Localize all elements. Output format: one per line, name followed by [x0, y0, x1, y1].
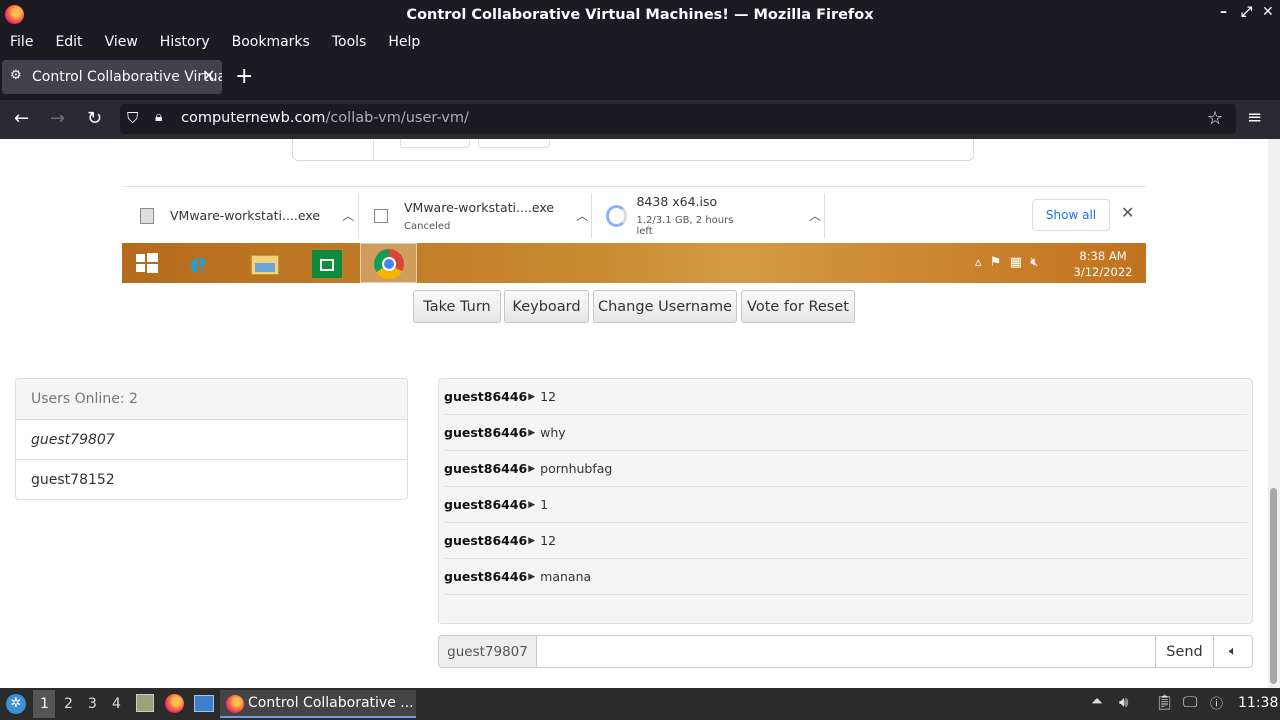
menu-help[interactable]: Help: [388, 34, 420, 50]
clipboard-icon[interactable]: 📋︎: [1155, 693, 1174, 711]
workspace-3[interactable]: 3: [88, 696, 97, 712]
arrow-right-icon: ▶: [528, 499, 536, 510]
chat-panel[interactable]: guest86446 ▶ 12 guest86446 ▶ why guest86446 ▶…: [438, 378, 1253, 624]
menu-bar: File Edit View History Bookmarks Tools H…: [0, 29, 1280, 54]
arrow-right-icon: ▶: [528, 391, 536, 402]
arrow-right-icon: ▶: [528, 535, 536, 546]
new-tab-icon[interactable]: +: [235, 64, 253, 89]
speaker-icon[interactable]: 🔊︎: [1119, 693, 1128, 711]
workspace-1[interactable]: 1: [40, 696, 49, 712]
scrollbar-thumb[interactable]: [1270, 488, 1277, 684]
close-download-bar-icon[interactable]: ✕: [1121, 203, 1134, 222]
menu-bookmarks[interactable]: Bookmarks: [232, 34, 310, 50]
chat-username-label: guest79807: [438, 635, 537, 668]
installer-file-icon: [374, 208, 388, 223]
os-task-firefox[interactable]: Control Collaborative ...: [220, 690, 416, 718]
os-start-menu-icon[interactable]: ✲: [6, 694, 26, 714]
user-list-item[interactable]: guest78152: [16, 460, 407, 499]
reload-icon[interactable]: ↻: [87, 108, 102, 129]
firefox-task-icon: [226, 695, 244, 713]
download-item[interactable]: VMware-workstati....exe ︿: [140, 187, 355, 244]
user-list-item[interactable]: guest79807: [16, 420, 407, 460]
file-manager-icon[interactable]: [136, 694, 154, 712]
system-tray-icons[interactable]: ▵ ⚑ ▦ 🔇︎: [975, 255, 1038, 270]
download-item[interactable]: 8438 x64.iso 1.2/3.1 GB, 2 hours left ︿: [606, 187, 821, 244]
chat-message: guest86446 ▶ why: [444, 415, 1247, 451]
chrome-taskbar-button[interactable]: [360, 243, 417, 283]
back-arrow-icon[interactable]: ←: [14, 108, 29, 129]
chat-message: guest86446 ▶ 1: [444, 487, 1247, 523]
chat-message: guest86446 ▶ 12: [444, 379, 1247, 415]
chat-message: guest86446 ▶ pornhubfag: [444, 451, 1247, 487]
arrow-right-icon: ▶: [528, 463, 536, 474]
tray-up-arrow-icon[interactable]: ⏶: [1091, 692, 1103, 710]
installer-file-icon: [140, 207, 154, 224]
os-clock[interactable]: 11:38: [1238, 695, 1278, 711]
url-text[interactable]: computernewb.com/collab-vm/user-vm/: [181, 110, 469, 126]
chat-message: guest86446 ▶ manana: [444, 559, 1247, 595]
window-title: Control Collaborative Virtual Machines! …: [406, 6, 874, 23]
vote-for-reset-button[interactable]: Vote for Reset: [741, 290, 855, 323]
workspace-2[interactable]: 2: [64, 696, 73, 712]
vm-clock[interactable]: 8:38 AM 3/12/2022: [1070, 248, 1136, 280]
take-turn-button[interactable]: Take Turn: [413, 290, 501, 323]
arrow-right-icon: ▶: [528, 427, 536, 438]
windows-start-icon[interactable]: [126, 247, 166, 279]
update-notifier-icon[interactable]: ⓘ: [1210, 693, 1223, 712]
menu-edit[interactable]: Edit: [55, 34, 82, 50]
users-online-panel: Users Online: 2 guest79807 guest78152: [15, 378, 408, 500]
send-button[interactable]: Send: [1155, 635, 1214, 668]
shield-icon[interactable]: ⛉: [127, 109, 138, 127]
close-window-icon[interactable]: ✕: [1262, 4, 1274, 20]
close-tab-icon[interactable]: ✕: [202, 66, 215, 85]
chat-input[interactable]: [536, 635, 1156, 668]
terminal-icon[interactable]: [194, 695, 214, 712]
menu-history[interactable]: History: [160, 34, 210, 50]
vm-download-bar[interactable]: VMware-workstati....exe ︿ VMware-worksta…: [122, 186, 1146, 243]
keyboard-button[interactable]: Keyboard: [504, 290, 589, 323]
arrow-right-icon: ▶: [528, 571, 536, 582]
maximize-icon[interactable]: ⤢: [1241, 4, 1252, 20]
volume-icon[interactable]: 🔈︎: [1213, 635, 1253, 668]
display-icon[interactable]: 🖵: [1183, 693, 1197, 711]
users-online-header: Users Online: 2: [16, 379, 407, 420]
vm-remote-window-fragment: [292, 139, 974, 161]
minimize-icon[interactable]: –: [1220, 4, 1227, 20]
store-icon[interactable]: [306, 247, 346, 279]
hamburger-menu-icon[interactable]: ≡: [1247, 107, 1262, 128]
firefox-launcher-icon[interactable]: [165, 694, 184, 713]
lock-icon[interactable]: 🔒︎: [155, 109, 162, 125]
bookmark-star-icon[interactable]: ☆: [1207, 108, 1223, 129]
forward-arrow-icon[interactable]: →: [50, 108, 65, 129]
progress-disc-icon: [606, 204, 628, 227]
tab-title: Control Collaborative Virtual Machines!: [32, 69, 222, 85]
chevron-up-icon[interactable]: ︿: [576, 207, 588, 224]
change-username-button[interactable]: Change Username: [593, 290, 737, 323]
window-title-bar: Control Collaborative Virtual Machines! …: [0, 0, 1280, 29]
chat-message: guest86446 ▶ 12: [444, 523, 1247, 559]
file-explorer-icon[interactable]: [244, 247, 284, 279]
browser-tab[interactable]: Control Collaborative Virtual Machines!: [2, 60, 222, 94]
internet-explorer-icon[interactable]: e: [184, 247, 224, 279]
menu-tools[interactable]: Tools: [332, 34, 367, 50]
workspace-4[interactable]: 4: [112, 696, 121, 712]
menu-view[interactable]: View: [105, 34, 138, 50]
show-all-downloads-button[interactable]: Show all: [1032, 199, 1110, 231]
firefox-logo-icon: [5, 5, 24, 24]
chevron-up-icon[interactable]: ︿: [342, 207, 354, 224]
site-favicon-icon: ⚙: [10, 68, 22, 83]
menu-file[interactable]: File: [10, 34, 33, 50]
chevron-up-icon[interactable]: ︿: [809, 207, 821, 224]
download-item[interactable]: VMware-workstati....exe Canceled ︿: [374, 187, 589, 244]
os-taskbar: [0, 688, 1280, 720]
